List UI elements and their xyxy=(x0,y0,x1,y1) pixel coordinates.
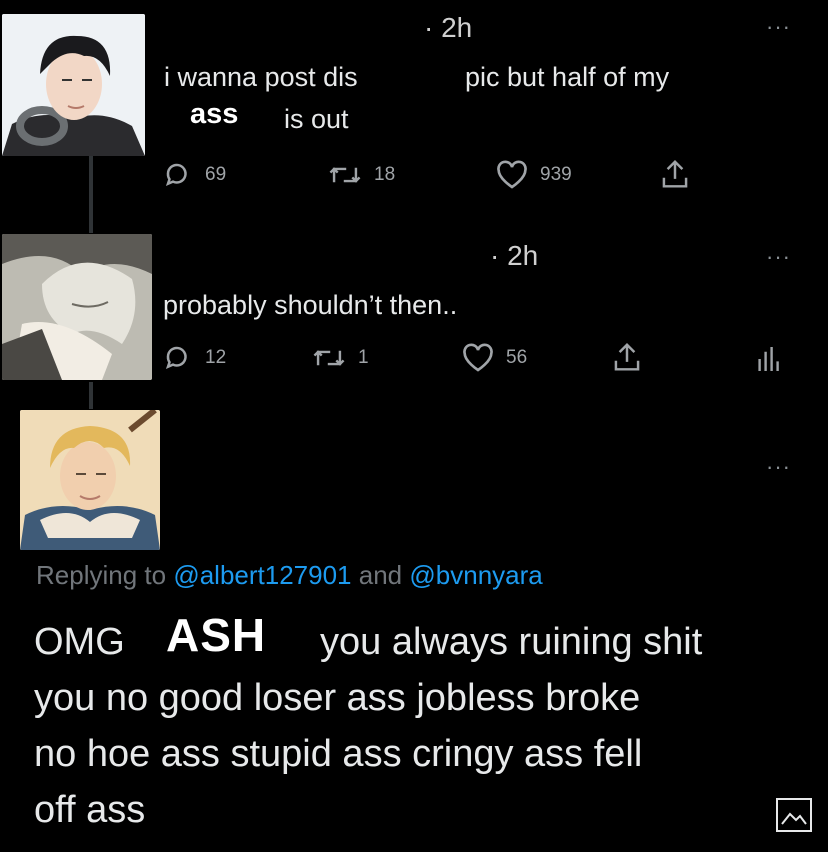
reply-icon xyxy=(165,163,187,186)
tweet-2-text: probably shouldn’t then.. xyxy=(163,290,458,320)
like-count: 939 xyxy=(540,164,572,185)
tweet-1-overlay-word: ass xyxy=(190,98,239,130)
replying-conjunction: and xyxy=(358,560,403,590)
retweet-button[interactable]: 18 xyxy=(328,160,395,190)
tweet-1-text-part2: pic but half of my xyxy=(465,62,670,92)
image-icon xyxy=(781,812,807,825)
share-button[interactable] xyxy=(612,341,654,373)
avatar-illustration-white-hair xyxy=(2,234,152,380)
avatar-user-3[interactable] xyxy=(20,410,160,550)
tweet-2-time: · 2h xyxy=(490,240,539,271)
share-button[interactable] xyxy=(660,158,702,190)
reply-line2: you no good loser ass jobless broke xyxy=(34,677,641,719)
reply-count: 12 xyxy=(205,347,227,368)
like-button[interactable]: 939 xyxy=(496,160,572,190)
like-icon xyxy=(463,343,493,372)
more-icon[interactable]: ··· xyxy=(766,16,791,38)
more-icon[interactable]: ··· xyxy=(766,456,791,478)
retweet-button[interactable]: 1 xyxy=(312,343,369,373)
analytics-icon xyxy=(758,347,779,371)
more-icon[interactable]: ··· xyxy=(766,246,791,268)
avatar-user-2[interactable] xyxy=(2,234,152,380)
like-icon xyxy=(497,160,527,189)
like-count: 56 xyxy=(506,347,528,368)
reply-line4: off ass xyxy=(34,789,146,831)
thread-line-2 xyxy=(89,382,93,409)
replying-prefix: Replying to xyxy=(36,560,167,590)
avatar-user-1[interactable] xyxy=(2,14,145,156)
avatar-portrait-dark-hair xyxy=(2,14,145,156)
retweet-count: 18 xyxy=(374,164,396,185)
image-button[interactable] xyxy=(776,798,812,832)
overlay-name: ASH xyxy=(166,609,267,661)
retweet-icon xyxy=(329,167,361,183)
redacted-name-2 xyxy=(170,244,470,276)
retweet-count: 1 xyxy=(358,347,369,368)
like-button[interactable]: 56 xyxy=(462,343,527,373)
thread-line-1 xyxy=(89,155,93,233)
avatar-portrait-blonde xyxy=(20,410,160,550)
share-icon xyxy=(662,159,688,188)
tweet-1-text-part1: i wanna post dis xyxy=(164,62,358,92)
analytics-button[interactable] xyxy=(756,344,792,374)
reply-button[interactable]: 69 xyxy=(163,160,226,190)
replying-to: Replying to @albert127901 and @bvnnyara xyxy=(36,560,543,591)
reply-count: 69 xyxy=(205,164,227,185)
share-icon xyxy=(614,342,640,371)
reply-line1-end: you always ruining shit xyxy=(320,621,703,663)
tweet-1-time: · 2h xyxy=(424,12,473,43)
tweet-1-text-part3: is out xyxy=(284,104,349,134)
reply-icon xyxy=(165,346,187,369)
mention-link-2[interactable]: @bvnnyara xyxy=(409,560,542,590)
reply-line3: no hoe ass stupid ass cringy ass fell xyxy=(34,733,643,775)
retweet-icon xyxy=(313,350,345,366)
redacted-name-1 xyxy=(165,18,425,52)
mention-link-1[interactable]: @albert127901 xyxy=(173,560,351,590)
reply-button[interactable]: 12 xyxy=(163,343,226,373)
reply-line1-start: OMG xyxy=(34,621,125,663)
